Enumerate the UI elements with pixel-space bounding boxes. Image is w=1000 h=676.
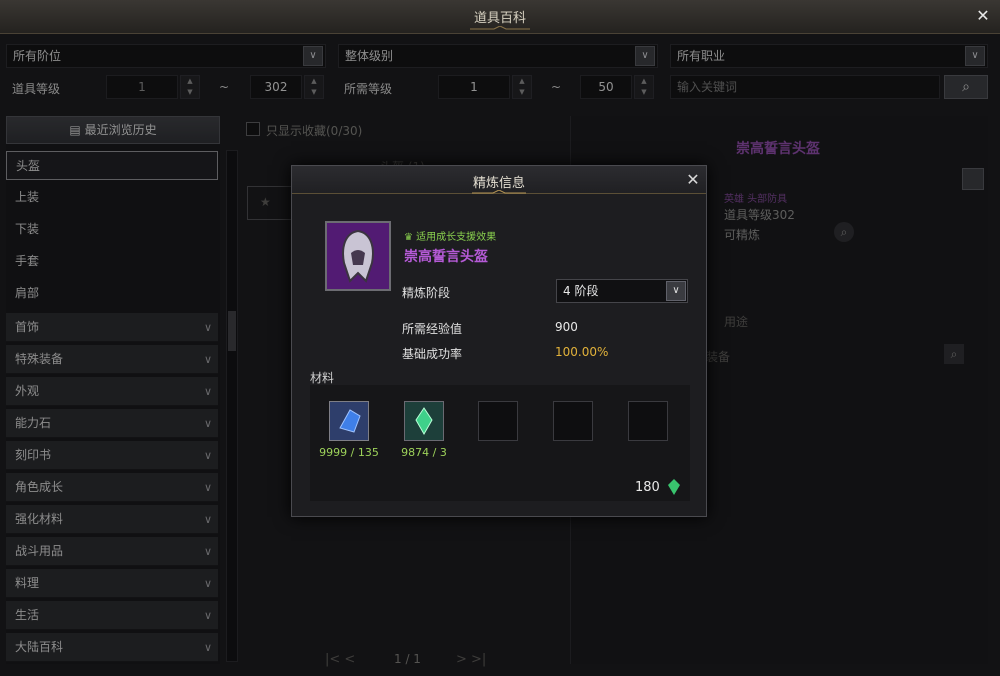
material-slot[interactable] — [404, 401, 444, 441]
crown-icon: ♛ — [404, 232, 413, 243]
close-icon[interactable]: ✕ — [972, 5, 994, 27]
refine-stage-value: 4 阶段 — [563, 284, 599, 298]
close-icon[interactable]: ✕ — [682, 169, 704, 191]
blue-crystal-icon — [339, 409, 361, 433]
material-slot[interactable] — [329, 401, 369, 441]
refine-info-modal: 精炼信息 ✕ ♛ 适用成长支援效果 崇高誓言头盔 精炼阶段 4 阶段 ∨ 所需经… — [291, 165, 707, 517]
success-rate-value: 100.00% — [555, 345, 609, 359]
modal-item-name: 崇高誓言头盔 — [404, 249, 488, 265]
refine-stage-dropdown[interactable]: 4 阶段 ∨ — [556, 279, 688, 303]
exp-label: 所需经验值 — [402, 322, 463, 336]
materials-label: 材料 — [310, 371, 335, 385]
title-bar: 道具百科 ✕ — [0, 0, 1000, 34]
helmet-item-icon — [325, 221, 391, 291]
title-ornament — [470, 26, 530, 30]
material-count: 9999 / 135 — [319, 446, 379, 459]
material-slot-empty — [478, 401, 518, 441]
gem-icon — [668, 479, 680, 495]
cost-value: 180 — [635, 480, 660, 495]
green-crystal-icon — [415, 407, 433, 436]
refine-stage-label: 精炼阶段 — [402, 286, 451, 300]
title-ornament — [472, 190, 526, 194]
exp-value: 900 — [555, 320, 578, 334]
success-rate-label: 基础成功率 — [402, 347, 463, 361]
growth-support-label: 适用成长支援效果 — [416, 232, 497, 243]
material-count: 9874 / 3 — [401, 446, 447, 459]
window-title: 道具百科 — [473, 11, 526, 26]
growth-support-tag: ♛ 适用成长支援效果 — [404, 228, 496, 243]
material-slot-empty — [553, 401, 593, 441]
modal-title: 精炼信息 — [472, 176, 525, 191]
material-slot-empty — [628, 401, 668, 441]
chevron-down-icon: ∨ — [666, 281, 686, 301]
